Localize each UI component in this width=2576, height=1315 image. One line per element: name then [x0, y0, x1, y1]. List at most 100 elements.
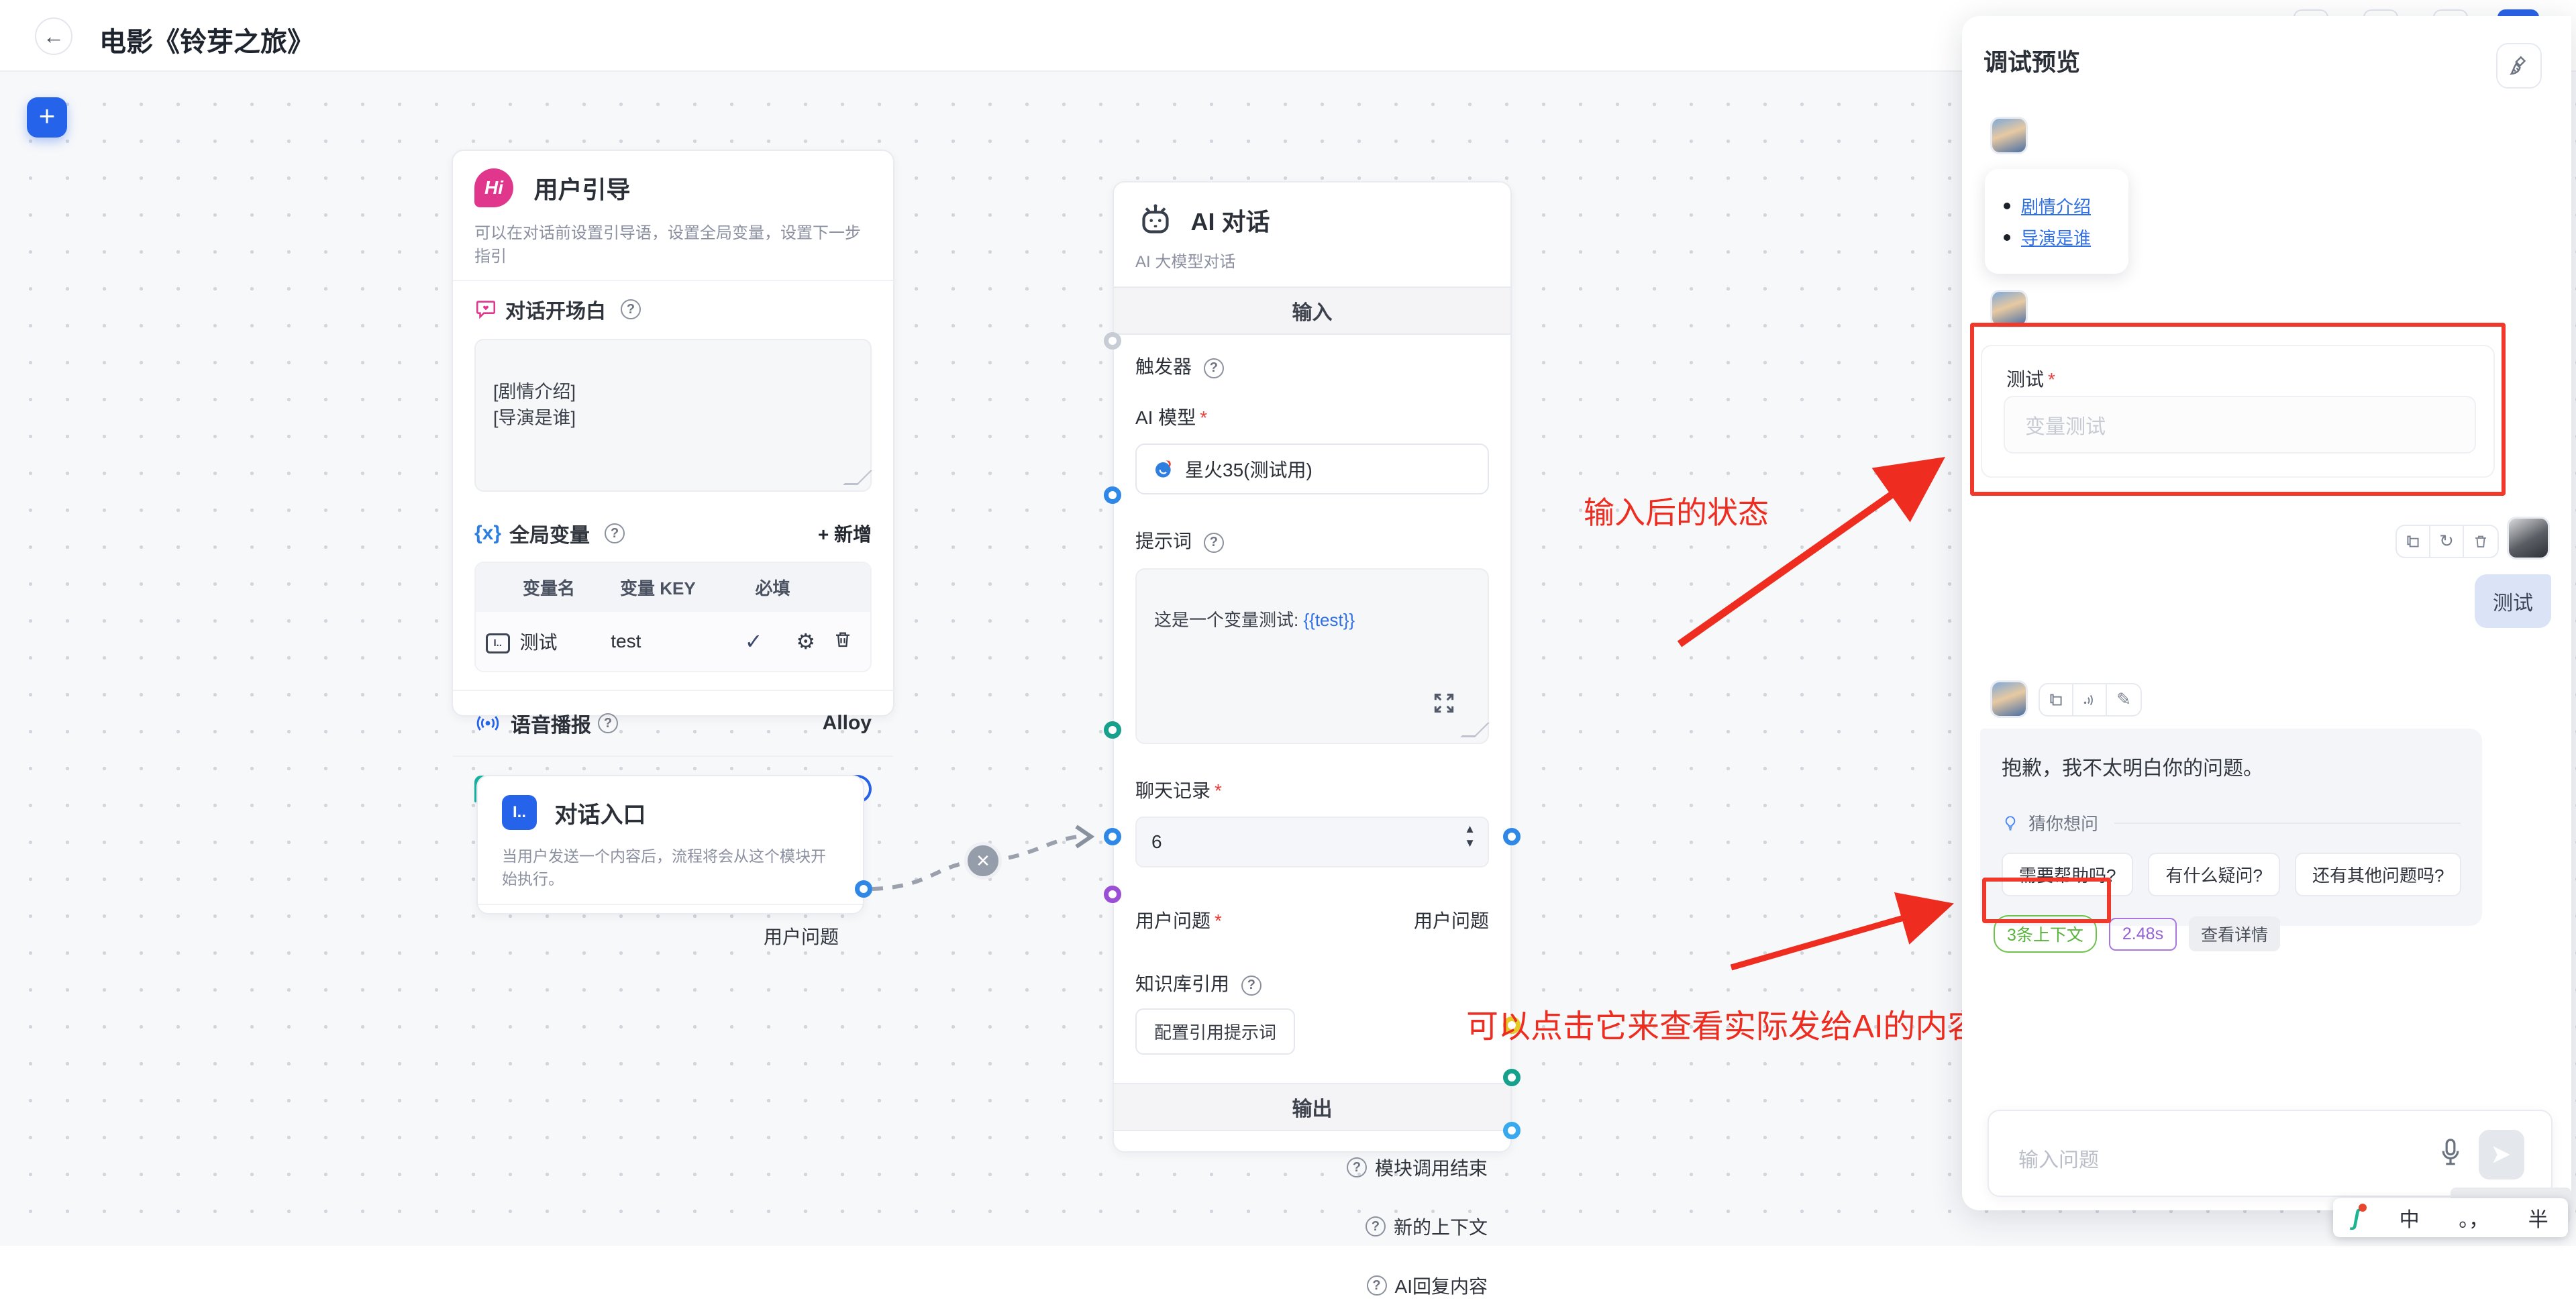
ime-punct-mode[interactable]: 。， — [2459, 1203, 2489, 1232]
speak-icon[interactable] — [2073, 684, 2107, 715]
bot-avatar — [1990, 290, 2028, 327]
flow-canvas[interactable]: ← 电影《铃芽之旅》 + Hi 用户引导 可以在对话前设置引导语，设置全局变量，… — [0, 0, 2576, 1246]
user-avatar — [2507, 517, 2550, 560]
opening-textarea[interactable]: [剧情介绍] [导演是谁] — [474, 339, 872, 492]
user-guide-title: 用户引导 — [533, 176, 630, 203]
entry-output-port[interactable] — [855, 880, 872, 898]
help-icon[interactable]: ? — [1204, 358, 1224, 378]
page-title: 电影《铃芽之旅》 — [99, 20, 314, 59]
ai-node-subtitle: AI 大模型对话 — [1135, 248, 1489, 272]
debug-panel-title: 调试预览 — [1983, 43, 2080, 78]
quick-link-plot[interactable]: 剧情介绍 — [2021, 193, 2091, 218]
clear-chat-button[interactable] — [2496, 43, 2542, 89]
guess-label: 猜你想问 — [2028, 810, 2098, 835]
expand-icon[interactable] — [1431, 690, 1457, 716]
annotation-input-state: 输入后的状态 — [1584, 488, 1769, 533]
copy-icon[interactable] — [2040, 684, 2073, 715]
gear-icon[interactable]: ⚙ — [796, 629, 815, 654]
history-input-port[interactable] — [1104, 721, 1121, 739]
output-module-result-label: 模块调用结束 — [1375, 1154, 1488, 1181]
suggestion-pill[interactable]: 还有其他问题吗? — [2295, 853, 2461, 896]
bot-avatar — [1990, 680, 2028, 718]
number-stepper[interactable]: ▲▼ — [1464, 823, 1476, 849]
add-node-button[interactable]: + — [27, 97, 67, 138]
variables-label: 全局变量 — [509, 519, 590, 548]
trash-icon[interactable] — [833, 629, 853, 650]
table-row: I.. 测试 test ✓ ⚙ — [476, 612, 870, 671]
back-button[interactable]: ← — [35, 17, 72, 55]
delete-edge-button[interactable]: ✕ — [964, 842, 1002, 880]
user-message-bubble: 测试 — [2475, 574, 2551, 628]
new-context-output-port[interactable] — [1503, 1069, 1521, 1086]
history-label: 聊天记录 — [1135, 780, 1222, 801]
help-icon[interactable]: ? — [621, 299, 641, 319]
model-value: 星火35(测试用) — [1185, 456, 1312, 482]
help-icon[interactable]: ? — [598, 713, 618, 733]
resize-handle-icon[interactable] — [843, 470, 872, 485]
output-section-header: 输出 — [1114, 1083, 1510, 1131]
history-count-input[interactable]: 6 ▲▼ — [1135, 817, 1489, 867]
robot-icon — [1135, 201, 1176, 239]
suggestion-pill[interactable]: 需要帮助吗? — [2002, 853, 2133, 896]
question-output-label: 用户问题 — [1414, 906, 1489, 933]
ime-logo-icon[interactable]: ʃ — [2353, 1205, 2360, 1231]
ime-lang-mode[interactable]: 中 — [2400, 1203, 2420, 1232]
voice-value[interactable]: Alloy — [823, 712, 872, 735]
entry-node-title: 对话入口 — [554, 802, 646, 828]
voice-broadcast-icon — [474, 712, 501, 735]
entry-node-desc: 当用户发送一个内容后，流程将会从这个模块开始执行。 — [502, 843, 839, 889]
variable-test-input[interactable]: 变量测试 — [2004, 396, 2476, 454]
mic-icon[interactable] — [2437, 1135, 2464, 1175]
trash-icon[interactable] — [2464, 526, 2497, 557]
suggestion-pill[interactable]: 有什么疑问? — [2148, 853, 2279, 896]
chat-input-box[interactable]: 输入问题 — [1988, 1110, 2553, 1197]
configure-reference-prompt-button[interactable]: 配置引用提示词 — [1135, 1008, 1295, 1055]
trigger-input-port[interactable] — [1104, 332, 1121, 350]
help-icon[interactable]: ? — [1347, 1157, 1367, 1177]
help-icon[interactable]: ? — [1367, 1275, 1387, 1296]
view-detail-badge[interactable]: 查看详情 — [2189, 916, 2280, 951]
user-message-actions: ↻ — [2395, 525, 2499, 558]
prompt-input-port[interactable] — [1104, 486, 1121, 504]
col-required: 必填 — [727, 575, 818, 600]
help-icon[interactable]: ? — [1241, 976, 1261, 996]
knowledge-label: 知识库引用 — [1135, 974, 1229, 994]
add-variable-button[interactable]: + 新增 — [818, 520, 872, 547]
debug-preview-panel: 调试预览 剧情介绍 导演是谁 测试 变量测试 — [1962, 16, 2571, 1210]
help-icon[interactable]: ? — [605, 523, 625, 543]
ai-reply-output-port[interactable] — [1503, 1122, 1521, 1139]
variable-name-cell: 测试 — [520, 628, 611, 655]
model-select[interactable]: 星火35(测试用) — [1135, 443, 1489, 494]
drag-handle-icon[interactable]: I.. — [486, 633, 510, 653]
send-button[interactable] — [2479, 1130, 2524, 1179]
question-output-port[interactable] — [1503, 828, 1521, 845]
ime-toolbar[interactable]: ʃ 中 。， 半 — [2333, 1198, 2568, 1237]
context-count-badge[interactable]: 3条上下文 — [1994, 915, 2097, 953]
annotation-click-hint: 可以点击它来查看实际发给AI的内容 — [1466, 1000, 1979, 1047]
knowledge-input-port[interactable] — [1104, 886, 1121, 903]
list-item: 导演是谁 — [2004, 225, 2122, 250]
input-section-header: 输入 — [1114, 286, 1510, 335]
col-variable-name: 变量名 — [523, 575, 620, 600]
prompt-label: 提示词 — [1135, 531, 1192, 551]
list-item: 剧情介绍 — [2004, 193, 2122, 218]
bot-message-actions: ✎ — [2039, 683, 2142, 717]
prompt-textarea[interactable]: 这是一个变量测试: {{test}} — [1135, 568, 1489, 744]
latency-badge[interactable]: 2.48s — [2109, 918, 2177, 951]
edit-icon[interactable]: ✎ — [2107, 684, 2141, 715]
quick-link-director[interactable]: 导演是谁 — [2021, 225, 2091, 250]
retry-icon[interactable]: ↻ — [2430, 526, 2464, 557]
variable-form-label: 测试 — [2006, 369, 2055, 390]
help-icon[interactable]: ? — [1204, 533, 1224, 553]
user-guide-subtitle: 可以在对话前设置引导语，设置全局变量，设置下一步指引 — [474, 219, 872, 266]
help-icon[interactable]: ? — [1366, 1216, 1386, 1237]
bullet-icon — [2004, 234, 2010, 241]
user-guide-node[interactable]: Hi 用户引导 可以在对话前设置引导语，设置全局变量，设置下一步指引 对话开场白… — [452, 150, 894, 717]
question-input-port[interactable] — [1104, 828, 1121, 845]
ime-width-mode[interactable]: 半 — [2528, 1203, 2548, 1232]
question-label: 用户问题 — [1135, 906, 1222, 933]
copy-icon[interactable] — [2397, 526, 2430, 557]
resize-handle-icon[interactable] — [1460, 723, 1490, 737]
ai-chat-node[interactable]: AI 对话 AI 大模型对话 输入 触发器 ? AI 模型 星火35(测试用) … — [1113, 181, 1512, 1153]
entry-node[interactable]: I.. 对话入口 当用户发送一个内容后，流程将会从这个模块开始执行。 用户问题 — [476, 775, 864, 914]
